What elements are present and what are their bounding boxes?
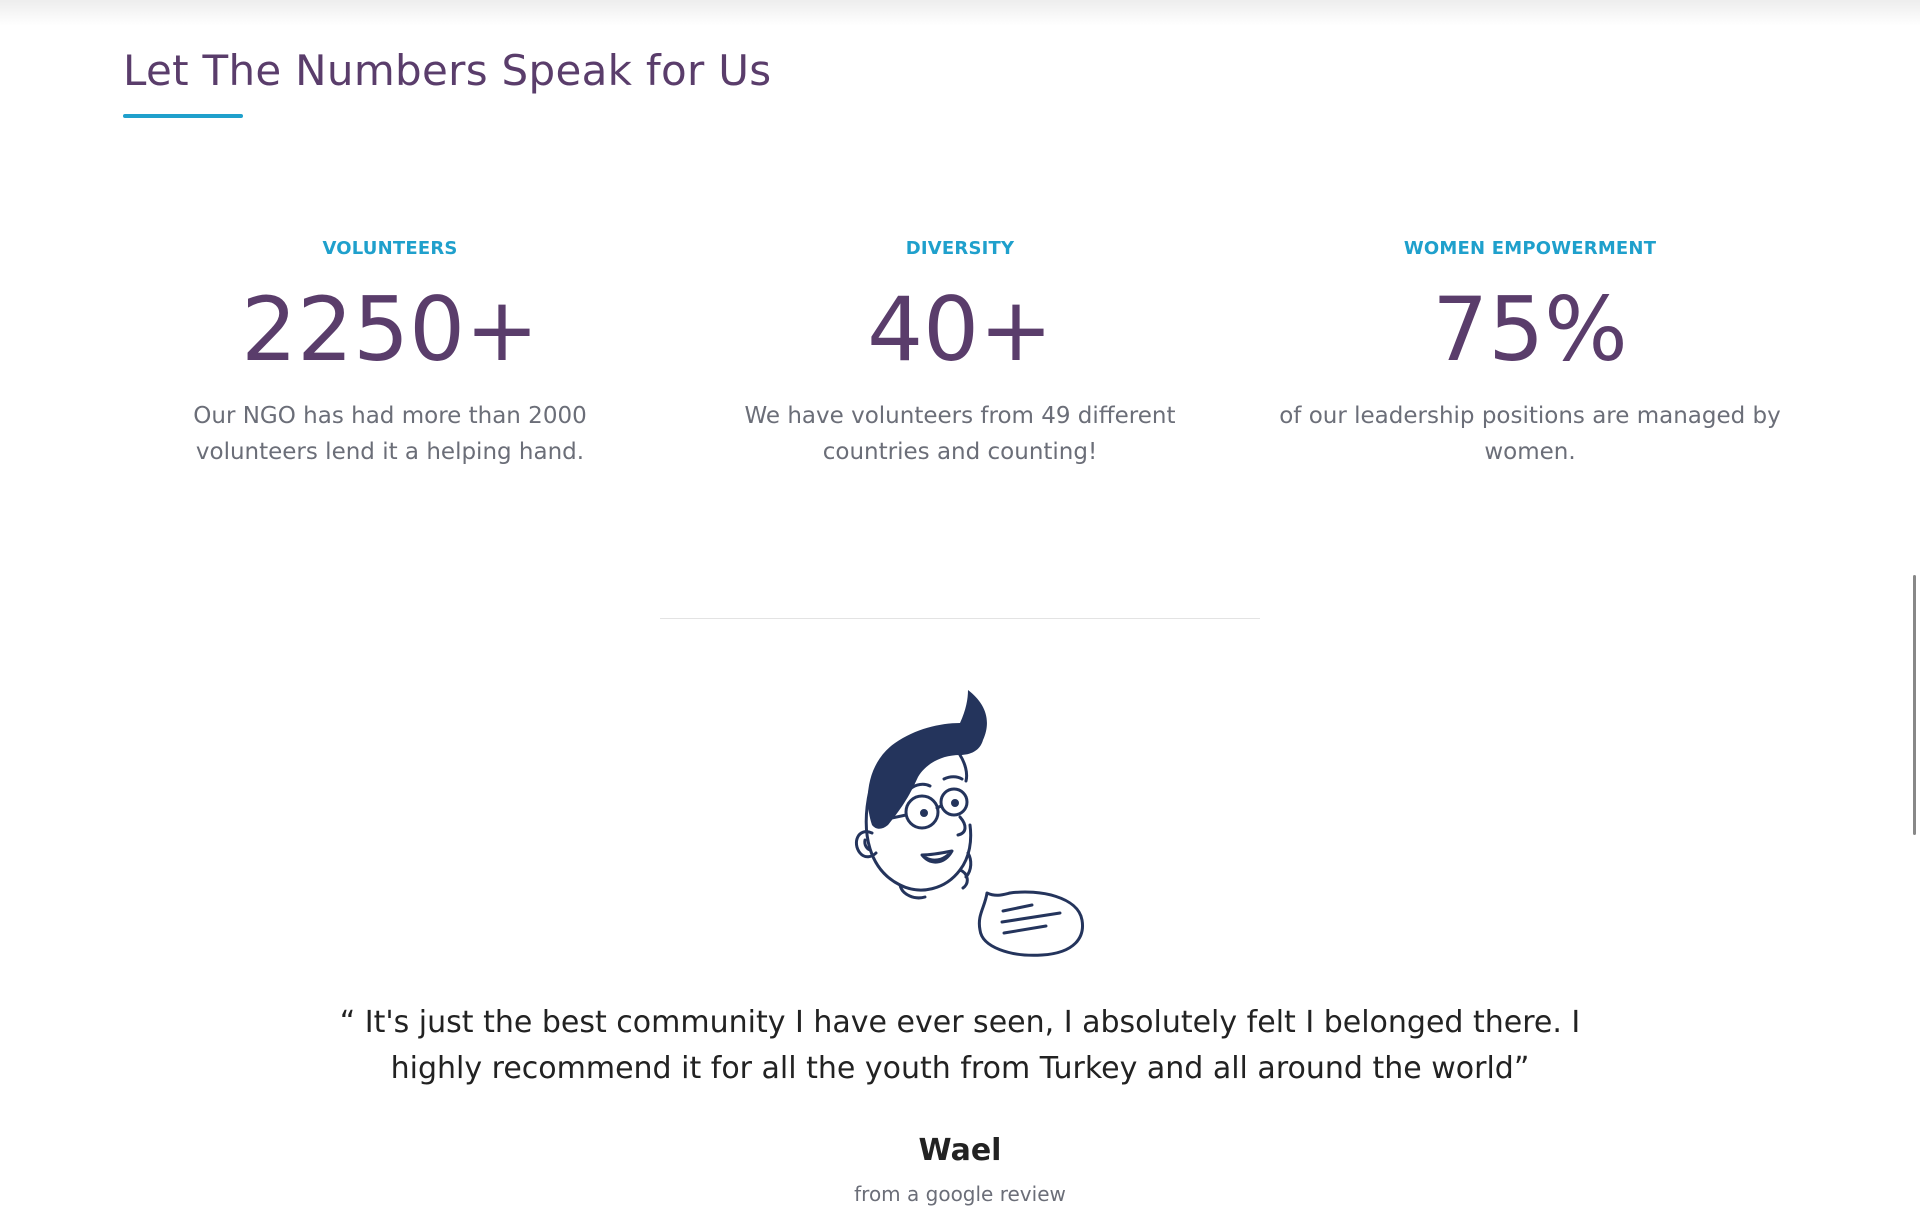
stat-diversity: DIVERSITY 40+ We have volunteers from 49… <box>690 232 1230 470</box>
testimonial-quote: “ It's just the best community I have ev… <box>339 1005 1581 1086</box>
stat-value: 75% <box>1432 278 1628 381</box>
stat-label: VOLUNTEERS <box>322 238 458 259</box>
stat-women-empowerment: WOMEN EMPOWERMENT 75% of our leadership … <box>1260 232 1800 470</box>
section-divider <box>660 618 1260 619</box>
stat-value: 40+ <box>867 278 1053 381</box>
stat-label: WOMEN EMPOWERMENT <box>1403 238 1657 259</box>
scrollbar-thumb[interactable] <box>1913 575 1916 835</box>
stat-label: DIVERSITY <box>905 238 1015 259</box>
testimonial-author: Wael <box>918 1133 1002 1168</box>
header-shadow <box>0 0 1920 26</box>
man-with-glasses-speech-bubble-icon <box>855 690 1084 957</box>
stat-description: of our leadership positions are managed … <box>1279 403 1781 465</box>
stat-description: Our NGO has had more than 2000 volunteer… <box>193 403 587 465</box>
title-underline <box>123 114 243 118</box>
testimonial-source: from a google review <box>854 1182 1066 1206</box>
stat-volunteers: VOLUNTEERS 2250+ Our NGO has had more th… <box>120 232 660 470</box>
stat-value: 2250+ <box>241 278 539 381</box>
stat-description: We have volunteers from 49 different cou… <box>744 403 1176 465</box>
section-title: Let The Numbers Speak for Us <box>123 46 772 95</box>
